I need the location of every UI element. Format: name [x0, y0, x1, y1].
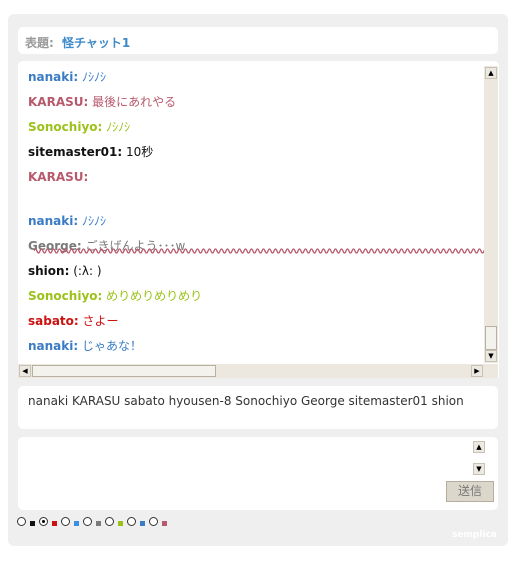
- horizontal-scroll-thumb[interactable]: [32, 365, 216, 377]
- message-author: nanaki:: [28, 339, 79, 353]
- input-scrollbar[interactable]: ▲ ▼: [473, 441, 485, 475]
- color-option[interactable]: [105, 516, 123, 526]
- room-title: 怪チャット1: [62, 36, 131, 50]
- message-list: nanaki: ﾉｼﾉｼ KARASU: 最後にあれやる Sonochiyo: ﾉｼ…: [28, 65, 488, 359]
- user-list-text: nanaki KARASU sabato hyousen-8 Sonochiyo…: [28, 394, 464, 408]
- message-text: ﾉｼﾉｼ: [78, 70, 107, 84]
- message-input[interactable]: [24, 441, 468, 505]
- message-input-area: ▲ ▼ 送信: [18, 437, 498, 510]
- message-text: 10秒: [122, 145, 154, 159]
- color-picker: [17, 514, 171, 528]
- chat-message: sabato: さよー: [28, 309, 488, 334]
- message-author: nanaki:: [28, 214, 79, 228]
- message-text: じゃあな！: [78, 339, 143, 353]
- color-swatch: [74, 521, 79, 526]
- color-swatch: [162, 521, 167, 526]
- color-option[interactable]: [83, 516, 101, 526]
- scroll-down-button[interactable]: ▼: [485, 350, 497, 362]
- message-text: 最後にあれやる: [88, 95, 177, 109]
- color-swatch: [140, 521, 145, 526]
- color-radio[interactable]: [149, 516, 158, 526]
- scroll-left-button[interactable]: ◀: [19, 365, 31, 377]
- chat-message: nanaki: ﾉｼﾉｼ: [28, 209, 488, 234]
- chat-message: shion: (:λ: ): [28, 259, 488, 284]
- message-author: KARASU:: [28, 95, 89, 109]
- color-option[interactable]: [17, 516, 35, 526]
- message-text: めりめりめりめり: [102, 289, 203, 303]
- brand-logo: semplica: [452, 530, 497, 540]
- chat-message: nanaki: ﾉｼﾉｼ: [28, 65, 488, 90]
- user-list: nanaki KARASU sabato hyousen-8 Sonochiyo…: [18, 386, 498, 429]
- message-text: (:λ: ): [69, 264, 102, 278]
- message-author: Sonochiyo:: [28, 289, 103, 303]
- color-swatch: [30, 521, 35, 526]
- chat-vertical-scrollbar[interactable]: ▲ ▼: [484, 66, 498, 363]
- color-option[interactable]: [149, 516, 167, 526]
- title-label: 表題:: [25, 36, 54, 50]
- input-scroll-down-button[interactable]: ▼: [473, 463, 485, 475]
- message-author: Sonochiyo:: [28, 120, 103, 134]
- send-button[interactable]: 送信: [446, 481, 494, 502]
- message-author: shion:: [28, 264, 70, 278]
- input-scroll-up-button[interactable]: ▲: [473, 441, 485, 453]
- chat-message: Sonochiyo: ﾉｼﾉｼ: [28, 115, 488, 140]
- scroll-up-button[interactable]: ▲: [485, 67, 497, 79]
- message-text: ﾉｼﾉｼ: [102, 120, 131, 134]
- color-option[interactable]: [127, 516, 145, 526]
- message-author: sabato:: [28, 314, 79, 328]
- color-radio[interactable]: [127, 516, 136, 526]
- chat-horizontal-scrollbar[interactable]: ◀ ▶: [18, 364, 484, 378]
- chat-message: KARASU: 最後にあれやる: [28, 90, 488, 115]
- chat-message: sitemaster01: 10秒: [28, 140, 488, 165]
- message-text: さよー: [78, 314, 119, 328]
- color-swatch: [118, 521, 123, 526]
- color-radio[interactable]: [105, 516, 114, 526]
- message-author: KARASU:: [28, 170, 89, 184]
- vertical-scroll-thumb[interactable]: [485, 326, 497, 350]
- chat-log[interactable]: nanaki: ﾉｼﾉｼ KARASU: 最後にあれやる Sonochiyo: ﾉｼ…: [18, 61, 499, 378]
- color-swatch: [96, 521, 101, 526]
- chat-message: Sonochiyo: めりめりめりめり: [28, 284, 488, 309]
- color-option[interactable]: [61, 516, 79, 526]
- color-radio[interactable]: [39, 516, 48, 526]
- scroll-right-button[interactable]: ▶: [471, 365, 483, 377]
- title-bar: 表題: 怪チャット1: [18, 27, 498, 54]
- scrollbar-corner: [484, 364, 498, 378]
- color-swatch: [52, 521, 57, 526]
- chat-message: KARASU:: [28, 165, 488, 209]
- chat-message: nanaki: じゃあな！: [28, 334, 488, 359]
- message-author: sitemaster01:: [28, 145, 123, 159]
- message-text: ﾉｼﾉｼ: [78, 214, 107, 228]
- color-option[interactable]: [39, 516, 57, 526]
- color-radio[interactable]: [17, 516, 26, 526]
- color-radio[interactable]: [61, 516, 70, 526]
- color-radio[interactable]: [83, 516, 92, 526]
- wave-line: [34, 248, 486, 254]
- message-author: nanaki:: [28, 70, 79, 84]
